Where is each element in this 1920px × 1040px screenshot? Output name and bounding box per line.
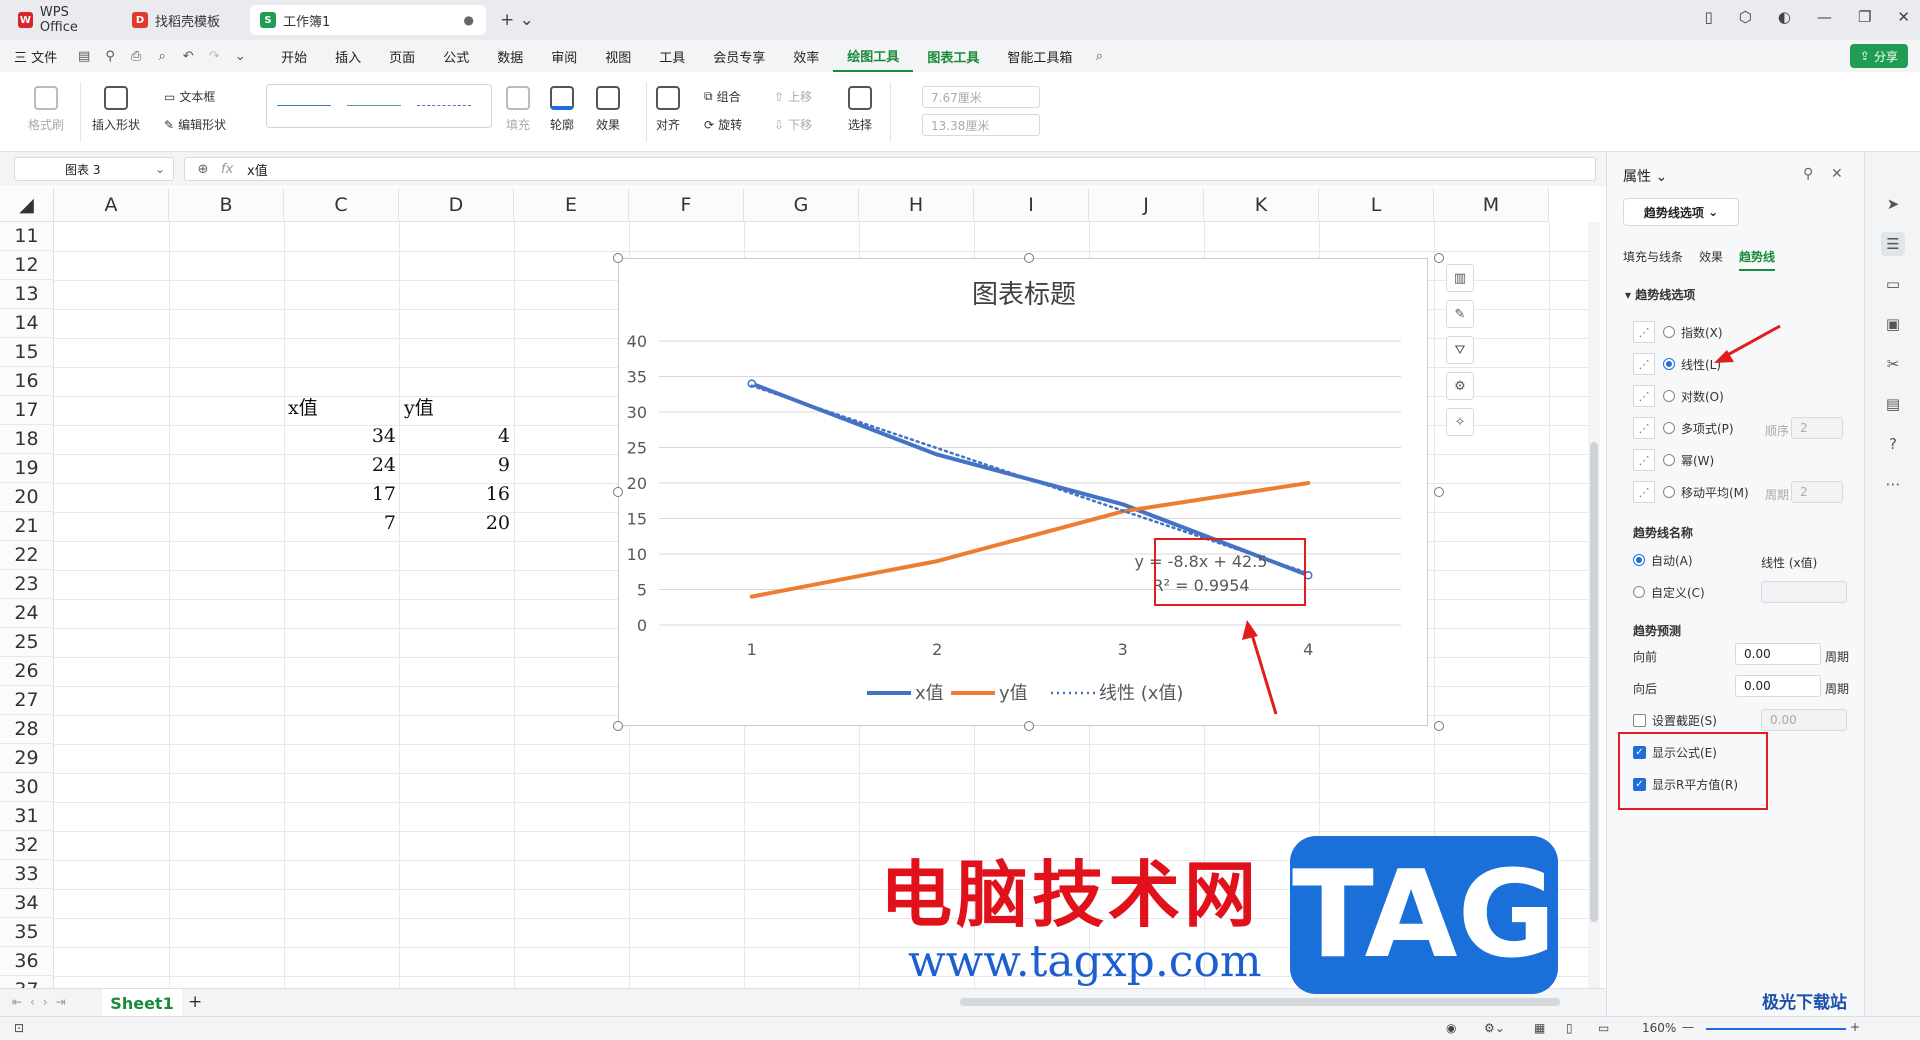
watermark-tag-logo: TAG [1290,836,1558,994]
arrow-to-linear [1721,324,1781,360]
watermark-cn: 电脑技术网 [880,853,1261,937]
arrow-head-equation [1242,620,1258,640]
watermark-corner: 极光下载站 [1762,993,1847,1013]
watermark-url: www.tagxp.com [908,936,1262,987]
arrow-to-equation [1248,627,1278,715]
